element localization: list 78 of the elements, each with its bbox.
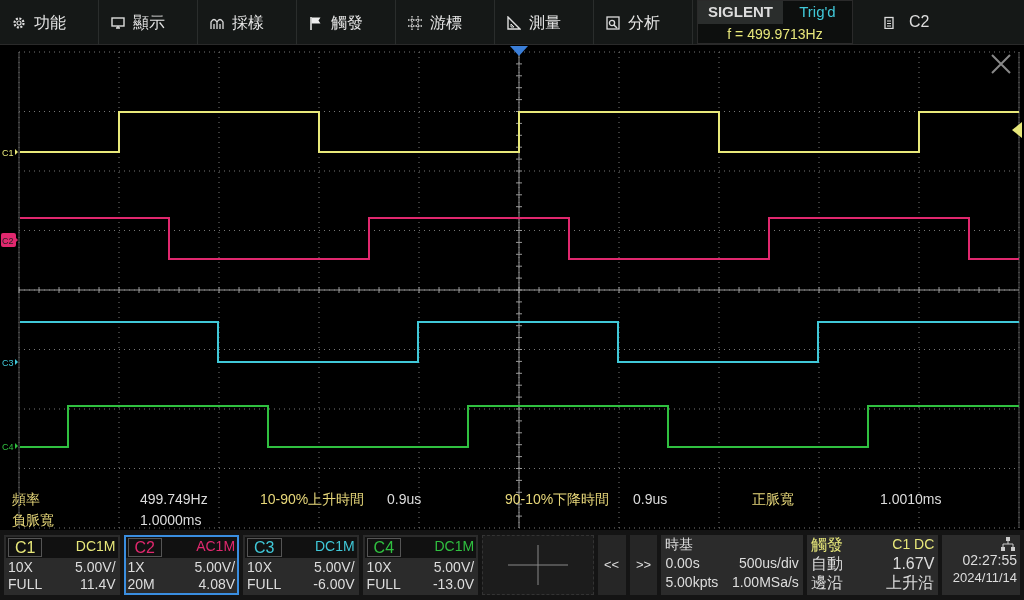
trace-marker[interactable]: C2 <box>1 233 18 247</box>
measurement-label: 頻率 <box>12 490 41 509</box>
menu-button[interactable]: 分析 <box>594 0 693 45</box>
measurement-label: 10-90%上升時間 <box>260 490 366 509</box>
close-icon[interactable] <box>990 53 1012 75</box>
active-channel: C2 <box>909 12 930 32</box>
bandwidth-label: FULL <box>247 576 282 593</box>
trigger-level: 1.67V <box>892 554 935 573</box>
sample-rate: 1.00MSa/s <box>731 573 799 592</box>
measurement-value: 1.0010ms <box>880 490 943 509</box>
offset-value: -6.00V <box>313 576 355 593</box>
measurement-value: 499.749Hz <box>140 490 209 509</box>
timebase-scale: 500us/div <box>738 554 799 573</box>
trigger-status: Trig'd <box>798 2 837 22</box>
timebase-title: 時基 <box>665 535 695 554</box>
probe-label: 10X <box>366 559 392 576</box>
measurement-label: 90-10%下降時間 <box>505 490 611 509</box>
channel-panel[interactable]: C4 DC1M 10X 5.00V/ FULL -13.0V <box>362 535 479 595</box>
monitor-icon <box>111 15 125 30</box>
scroll-button[interactable]: >> <box>629 535 658 595</box>
channel-name: C2 <box>127 538 162 557</box>
channel-panel[interactable]: C3 DC1M 10X 5.00V/ FULL -6.00V <box>243 535 359 595</box>
bandwidth-label: FULL <box>366 576 401 593</box>
channel-name: C3 <box>247 538 282 557</box>
probe-label: 1X <box>127 559 145 576</box>
clipboard-icon <box>884 15 894 29</box>
timebase-panel[interactable]: 時基 0.00s 500us/div 5.00kpts 1.00MSa/s <box>661 535 803 595</box>
frequency-readout: f = 499.9713Hz <box>726 24 824 44</box>
trigger-title: 觸發 <box>810 535 843 554</box>
grid-icon <box>408 15 422 30</box>
scale-value: 5.00V/ <box>75 559 116 576</box>
channel-panel[interactable]: C2 AC1M 1X 5.00V/ 20M 4.08V <box>123 535 240 595</box>
offset-value: 4.08V <box>198 576 236 593</box>
menu-button[interactable]: 觸發 <box>297 0 396 45</box>
offset-value: 11.4V <box>80 576 116 593</box>
ruler-icon <box>507 15 521 30</box>
brand-logo: SIGLENT <box>698 1 783 24</box>
measurement-value: 0.9us <box>633 490 669 509</box>
clock-time: 02:27:55 <box>961 551 1017 569</box>
trigger-source: C1 DC <box>892 535 935 554</box>
coupling-label: AC1M <box>196 538 236 556</box>
bandwidth-label: 20M <box>127 576 155 593</box>
crosshair-icon <box>507 545 568 585</box>
trigger-mode: 自動 <box>810 554 843 573</box>
trigger-slope: 上升沿 <box>886 573 935 592</box>
menu-button[interactable]: 游標 <box>396 0 495 45</box>
channel-panel[interactable]: C1 DC1M 10X 5.00V/ FULL 11.4V <box>4 535 120 595</box>
coupling-label: DC1M <box>314 538 355 556</box>
scale-value: 5.00V/ <box>194 559 236 576</box>
probe-label: 10X <box>247 559 272 576</box>
channel-name: C4 <box>366 538 402 557</box>
trigger-type: 邊沿 <box>810 573 843 592</box>
coupling-label: DC1M <box>434 538 475 556</box>
flag-icon <box>309 15 323 30</box>
trigger-level-marker[interactable] <box>1012 122 1022 138</box>
magnifier-icon <box>606 15 620 30</box>
memory-depth: 5.00kpts <box>665 573 719 592</box>
menu-button[interactable]: 採樣 <box>198 0 297 45</box>
channel-name: C1 <box>8 538 43 557</box>
menu-button[interactable]: 測量 <box>495 0 594 45</box>
scale-value: 5.00V/ <box>314 559 355 576</box>
network-icon[interactable] <box>1000 537 1015 551</box>
menu-button[interactable]: 顯示 <box>99 0 198 45</box>
measurement-value: 1.0000ms <box>140 511 203 530</box>
offset-value: -13.0V <box>432 576 475 593</box>
measurement-label: 正脈寬 <box>752 490 795 509</box>
scroll-button[interactable]: << <box>597 535 626 595</box>
bandwidth-label: FULL <box>8 576 43 593</box>
delay-value: 0.00s <box>665 554 700 573</box>
coupling-label: DC1M <box>75 538 116 556</box>
measurement-value: 0.9us <box>387 490 423 509</box>
probe-label: 10X <box>8 559 33 576</box>
scale-value: 5.00V/ <box>433 559 475 576</box>
gear-icon <box>12 15 26 30</box>
clock-date: 2024/11/14 <box>951 569 1017 587</box>
menu-button[interactable]: 功能 <box>0 0 99 45</box>
trigger-panel[interactable]: 觸發 C1 DC 自動 1.67V 邊沿 上升沿 <box>806 535 939 595</box>
measurement-label: 負脈寬 <box>12 511 55 530</box>
